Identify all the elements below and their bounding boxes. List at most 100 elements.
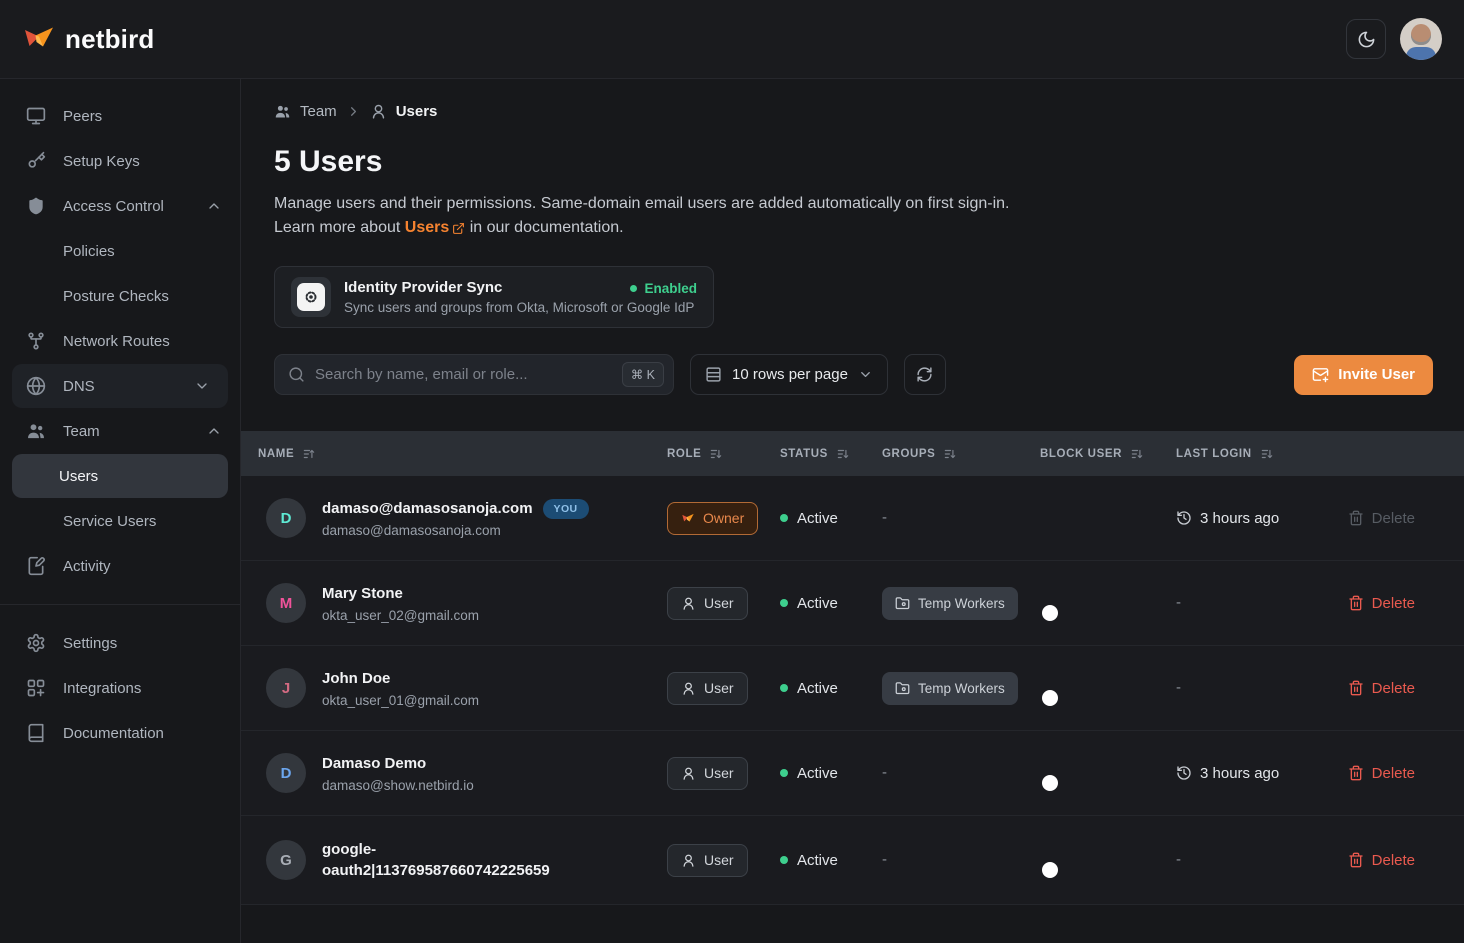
last-login-empty: - — [1176, 594, 1181, 611]
column-header-block-user[interactable]: BLOCK USER — [1040, 447, 1176, 461]
user-avatar[interactable] — [1400, 18, 1442, 60]
chevron-right-icon — [346, 104, 361, 119]
dark-mode-button[interactable] — [1346, 19, 1386, 59]
history-clock-icon — [1176, 510, 1192, 526]
sidebar-item-setup-keys[interactable]: Setup Keys — [0, 139, 240, 183]
breadcrumb-team[interactable]: Team — [300, 103, 337, 120]
status-active: Active — [780, 852, 882, 869]
sort-desc-icon — [1260, 447, 1274, 461]
sidebar-item-peers[interactable]: Peers — [0, 94, 240, 138]
avatar: D — [266, 753, 306, 793]
sidebar-item-network-routes[interactable]: Network Routes — [0, 319, 240, 363]
role-badge-user[interactable]: User — [667, 587, 748, 620]
table-row: D Damaso Demo damaso@show.netbird.io Use… — [241, 731, 1464, 816]
rows-per-page-value: 10 rows per page — [732, 366, 848, 383]
column-header-status[interactable]: STATUS — [780, 447, 882, 461]
user-icon — [681, 681, 696, 696]
delete-button: Delete — [1336, 510, 1464, 527]
team-icon — [274, 103, 291, 120]
group-badge[interactable]: Temp Workers — [882, 672, 1018, 705]
role-badge-user[interactable]: User — [667, 844, 748, 877]
user-name: damaso@damasosanoja.com — [322, 498, 533, 519]
column-header-name[interactable]: NAME — [241, 447, 667, 461]
user-name: google-oauth2|113769587660742225659 — [322, 839, 602, 881]
user-icon — [681, 766, 696, 781]
search-input[interactable] — [315, 366, 612, 383]
search-box[interactable]: ⌘ K — [274, 354, 674, 395]
sidebar-item-posture-checks[interactable]: Posture Checks — [0, 274, 240, 318]
sidebar-item-label: Activity — [63, 558, 111, 575]
status-dot — [780, 856, 788, 864]
sidebar-item-access-control[interactable]: Access Control — [0, 184, 240, 228]
last-login-empty: - — [1176, 679, 1181, 696]
sidebar-item-label: Team — [63, 423, 100, 440]
rows-per-page-select[interactable]: 10 rows per page — [690, 354, 888, 395]
chevron-down-icon — [858, 367, 873, 382]
sidebar-item-settings[interactable]: Settings — [0, 621, 240, 665]
table-row: M Mary Stone okta_user_02@gmail.com User… — [241, 561, 1464, 646]
role-badge-user[interactable]: User — [667, 757, 748, 790]
groups-empty: - — [882, 764, 887, 781]
sidebar-item-label: Integrations — [63, 680, 141, 697]
group-badge[interactable]: Temp Workers — [882, 587, 1018, 620]
breadcrumb-users[interactable]: Users — [396, 103, 438, 120]
sidebar-item-team[interactable]: Team — [0, 409, 240, 453]
rows-icon — [705, 366, 722, 383]
sidebar-item-activity[interactable]: Activity — [0, 544, 240, 588]
sidebar-item-documentation[interactable]: Documentation — [0, 711, 240, 755]
user-name: Damaso Demo — [322, 753, 426, 774]
delete-button[interactable]: Delete — [1336, 852, 1464, 869]
sort-desc-icon — [836, 447, 850, 461]
sidebar-item-dns[interactable]: DNS — [12, 364, 228, 408]
description-line1: Manage users and their permissions. Same… — [274, 195, 1009, 212]
trash-icon — [1348, 680, 1364, 696]
avatar: J — [266, 668, 306, 708]
column-header-role[interactable]: ROLE — [667, 447, 780, 461]
status-active: Active — [780, 510, 882, 527]
keyboard-shortcut-badge: ⌘ K — [622, 362, 664, 387]
role-badge-user[interactable]: User — [667, 672, 748, 705]
user-icon — [681, 596, 696, 611]
column-header-last-login[interactable]: LAST LOGIN — [1176, 447, 1336, 461]
gear-icon — [26, 633, 46, 653]
sidebar-item-label: Setup Keys — [63, 153, 140, 170]
user-name: Mary Stone — [322, 583, 403, 604]
team-icon — [26, 421, 46, 441]
folder-icon — [895, 596, 910, 611]
status-active: Active — [780, 680, 882, 697]
sidebar-item-label: Peers — [63, 108, 102, 125]
invite-user-button[interactable]: Invite User — [1294, 355, 1433, 395]
delete-button[interactable]: Delete — [1336, 680, 1464, 697]
table-row: D damaso@damasosanoja.com YOU damaso@dam… — [241, 476, 1464, 561]
last-login-empty: - — [1176, 851, 1181, 868]
column-header-groups[interactable]: GROUPS — [882, 447, 1040, 461]
activity-icon — [26, 556, 46, 576]
refresh-button[interactable] — [904, 354, 946, 395]
moon-icon — [1357, 30, 1376, 49]
sidebar-item-users[interactable]: Users — [12, 454, 228, 498]
brand-name: netbird — [65, 24, 155, 55]
user-email: damaso@show.netbird.io — [322, 778, 474, 793]
page-description: Manage users and their permissions. Same… — [274, 192, 1433, 240]
delete-button[interactable]: Delete — [1336, 595, 1464, 612]
users-doc-link[interactable]: Users — [405, 216, 465, 240]
sort-desc-icon — [709, 447, 723, 461]
last-login: 3 hours ago — [1176, 510, 1336, 527]
description-line2-prefix: Learn more about — [274, 219, 400, 236]
status-dot — [630, 285, 637, 292]
sidebar: Peers Setup Keys Access Control Policies… — [0, 79, 241, 943]
network-routes-icon — [26, 331, 46, 351]
delete-button[interactable]: Delete — [1336, 765, 1464, 782]
sort-desc-icon — [1130, 447, 1144, 461]
sidebar-item-label: Settings — [63, 635, 117, 652]
sidebar-item-service-users[interactable]: Service Users — [0, 499, 240, 543]
role-badge-owner[interactable]: Owner — [667, 502, 758, 535]
sidebar-item-policies[interactable]: Policies — [0, 229, 240, 273]
identity-provider-sync-card[interactable]: Identity Provider Sync Sync users and gr… — [274, 266, 714, 328]
sort-desc-icon — [943, 447, 957, 461]
groups-empty: - — [882, 509, 887, 526]
netbird-logo-icon — [22, 23, 56, 55]
sidebar-item-label: Access Control — [63, 198, 164, 215]
sidebar-item-integrations[interactable]: Integrations — [0, 666, 240, 710]
sidebar-item-label: Policies — [63, 243, 115, 260]
